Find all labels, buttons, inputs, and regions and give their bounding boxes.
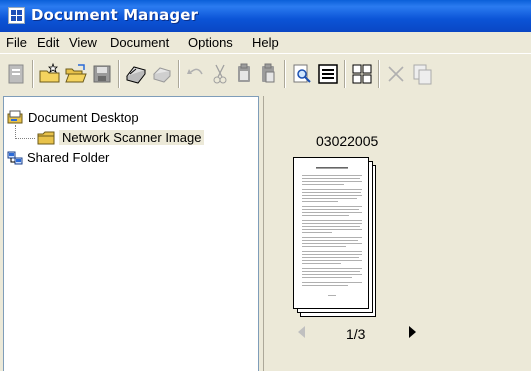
shared-folder-icon <box>7 150 23 166</box>
undo-icon[interactable] <box>184 62 208 86</box>
desktop-icon <box>7 110 23 126</box>
duplicate-icon[interactable] <box>410 62 434 86</box>
menu-options[interactable]: Options <box>188 35 233 50</box>
thumbnail-view-icon[interactable] <box>350 62 374 86</box>
toolbar-separator <box>32 60 34 88</box>
window-title: Document Manager <box>31 6 198 24</box>
toolbar-separator <box>378 60 380 88</box>
scan-icon[interactable] <box>124 62 148 86</box>
document-manager-window: Document Manager File Edit View Document… <box>0 0 531 371</box>
tree-label: Document Desktop <box>28 110 139 125</box>
delete-icon[interactable] <box>384 62 408 86</box>
menu-edit[interactable]: Edit <box>37 35 59 50</box>
list-view-icon[interactable] <box>316 62 340 86</box>
properties-icon[interactable] <box>4 62 28 86</box>
toolbar-separator <box>178 60 180 88</box>
title-bar[interactable]: Document Manager <box>0 0 531 33</box>
tree-connector <box>15 125 16 139</box>
new-folder-icon[interactable] <box>38 62 62 86</box>
toolbar-separator <box>118 60 120 88</box>
print-icon[interactable] <box>150 62 174 86</box>
open-folder-icon[interactable] <box>64 62 88 86</box>
paste-icon[interactable] <box>256 62 280 86</box>
copy-icon[interactable] <box>232 62 256 86</box>
page-preview <box>293 157 369 309</box>
page-indicator: 1/3 <box>346 326 366 342</box>
cut-icon[interactable] <box>208 62 232 86</box>
find-icon[interactable] <box>290 62 314 86</box>
save-icon[interactable] <box>90 62 114 86</box>
tree-label-selected: Network Scanner Image <box>59 130 205 145</box>
tree-connector <box>15 138 35 139</box>
app-icon[interactable] <box>8 7 25 24</box>
toolbar-separator <box>344 60 346 88</box>
menu-bar: File Edit View Document Options Help <box>0 32 531 53</box>
page-text-lines <box>302 167 362 296</box>
menu-file[interactable]: File <box>6 35 27 50</box>
previous-page-arrow-icon[interactable] <box>298 326 305 338</box>
folder-icon <box>37 131 55 145</box>
tree-item-document-desktop[interactable]: Document Desktop <box>7 108 257 128</box>
menu-view[interactable]: View <box>69 35 97 50</box>
tree-item-shared-folder[interactable]: Shared Folder <box>7 148 257 168</box>
menu-document[interactable]: Document <box>110 35 169 50</box>
toolbar <box>0 53 531 94</box>
menu-help[interactable]: Help <box>252 35 279 50</box>
toolbar-separator <box>284 60 286 88</box>
document-thumbnail[interactable] <box>293 157 376 317</box>
tree-label: Shared Folder <box>27 150 110 165</box>
folder-tree-pane[interactable]: Document Desktop Network Scanner Image S… <box>3 96 259 371</box>
document-name: 03022005 <box>316 133 379 149</box>
tree-item-network-scanner-image[interactable]: Network Scanner Image <box>37 128 237 148</box>
next-page-arrow-icon[interactable] <box>409 326 416 338</box>
